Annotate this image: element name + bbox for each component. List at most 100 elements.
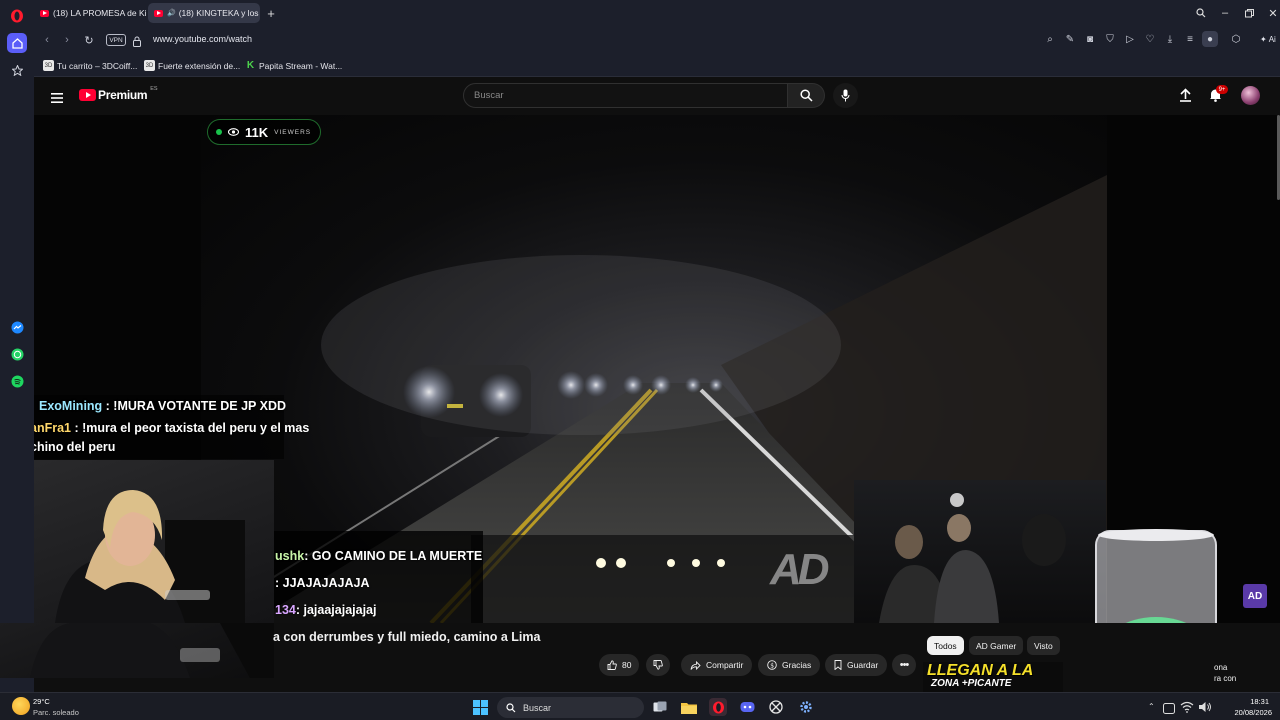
weather-temp[interactable]: 29°C [33, 697, 50, 706]
viewer-count-badge: 11K VIEWERS [207, 119, 321, 145]
chat-text: : GO CAMINO DE LA MUERTE [304, 549, 483, 563]
account-avatar[interactable] [1241, 86, 1260, 105]
hamburger-menu-icon[interactable] [51, 90, 63, 103]
bookmark-fuerte-extension[interactable]: 3D Fuerte extensión de... [144, 58, 240, 73]
url-field[interactable]: www.youtube.com/watch [153, 34, 252, 44]
tab-label: (18) KINGTEKA y los P [178, 8, 260, 18]
bookmarks-bar: 3D Tu carrito – 3DCoiff... 3D Fuerte ext… [34, 54, 1280, 77]
camera-icon[interactable]: ◙ [1083, 32, 1097, 46]
recommended-title-line: ra con [1214, 674, 1237, 683]
download-icon[interactable]: ⤓ [1163, 32, 1177, 46]
whatsapp-icon[interactable] [7, 344, 27, 364]
thumbs-down-icon [653, 660, 663, 670]
heart-icon[interactable]: ♡ [1143, 32, 1157, 46]
edit-icon[interactable]: ✎ [1063, 32, 1077, 46]
chat-message: anFra1 : !mura el peor taxista del peru … [34, 421, 309, 435]
send-icon[interactable]: ▷ [1123, 32, 1137, 46]
opera-logo-icon[interactable] [7, 6, 27, 26]
vpn-badge[interactable]: VPN [106, 34, 126, 46]
chip-visto[interactable]: Visto [1027, 636, 1060, 655]
bookmark-papita-stream[interactable]: K Papita Stream - Wat... [245, 58, 342, 73]
chip-ad-gamer[interactable]: AD Gamer [969, 636, 1024, 655]
settings-gear-icon[interactable] [797, 698, 815, 716]
thanks-label: Gracias [782, 660, 812, 670]
forward-icon[interactable]: › [58, 31, 76, 49]
ai-label: Ai [1268, 35, 1276, 44]
bookmark-label: Fuerte extensión de... [158, 60, 241, 71]
search-input[interactable]: Buscar [463, 83, 788, 108]
like-count: 80 [622, 660, 632, 670]
share-button[interactable]: Compartir [681, 654, 753, 676]
shield-icon[interactable]: ⛉ [1103, 32, 1117, 46]
file-explorer-icon[interactable] [680, 698, 698, 716]
ad-watermark-logo: AD [770, 545, 830, 594]
messenger-icon[interactable] [7, 317, 27, 337]
dislike-button[interactable] [646, 654, 670, 676]
video-player[interactable]: 11K VIEWERS ExoMining : !MURA VOTANTE DE… [34, 115, 1280, 623]
chat-username: 134 [275, 603, 296, 617]
address-bar-row: ‹ › ↻ VPN www.youtube.com/watch ⌕ ✎ ◙ ⛉ … [34, 26, 1280, 54]
chat-username: ExoMining [39, 399, 103, 413]
home-icon[interactable] [7, 33, 27, 53]
lock-icon[interactable] [133, 34, 143, 47]
search-button[interactable] [788, 83, 825, 108]
3dcoiff-favicon-icon: 3D [144, 60, 155, 71]
save-button[interactable]: Guardar [825, 654, 888, 676]
extensions-icon[interactable]: ⬡ [1229, 32, 1243, 46]
region-code: ES [150, 86, 158, 92]
channel-corner-logo: AD [1243, 584, 1267, 608]
chat-text: : jajaajajajajaj [295, 603, 377, 617]
wifi-icon[interactable] [1180, 700, 1194, 713]
thumbnail-title-line2: ZONA +PICANTE [931, 678, 1012, 689]
task-view-icon[interactable] [651, 698, 669, 716]
maximize-icon[interactable] [1240, 4, 1258, 22]
voice-search-button[interactable] [833, 83, 858, 108]
recommended-title-cut[interactable]: ona ra con [1214, 662, 1236, 684]
volume-icon[interactable] [1198, 700, 1212, 712]
close-window-icon[interactable]: ✕ [1264, 4, 1280, 22]
car-interior-cam [854, 480, 1106, 623]
3dcoiff-favicon-icon: 3D [43, 60, 54, 71]
windows-start-icon[interactable] [471, 698, 489, 716]
chat-message: ushk: GO CAMINO DE LA MUERTE [275, 549, 482, 563]
find-icon[interactable]: ⌕ [1043, 32, 1057, 46]
pinboard-icon[interactable] [7, 60, 27, 80]
chat-text: chino del peru [34, 440, 116, 454]
profile-icon[interactable]: ● [1202, 31, 1218, 47]
opera-taskbar-icon[interactable] [709, 698, 727, 716]
like-button[interactable]: 80 [599, 654, 640, 676]
menu-lines-icon[interactable]: ≡ [1183, 32, 1197, 46]
clock-time[interactable]: 18:31 [1250, 697, 1269, 706]
taskbar-search-box[interactable]: Buscar [497, 697, 644, 718]
reload-icon[interactable]: ↻ [80, 31, 98, 49]
clock-date[interactable]: 20/08/2026 [1234, 708, 1272, 717]
premium-label: Premium [98, 88, 148, 102]
weather-sun-icon[interactable] [12, 697, 30, 715]
facecam-continuation [0, 623, 274, 678]
bookmark-tu-carrito[interactable]: 3D Tu carrito – 3DCoiff... [43, 58, 137, 73]
chat-text: : !mura el peor taxista del peru y el ma… [71, 421, 310, 435]
new-tab-plus-icon[interactable]: + [262, 4, 280, 22]
youtube-favicon-icon [154, 9, 163, 17]
thanks-button[interactable]: $ Gracias [758, 654, 821, 676]
upload-icon[interactable] [1179, 88, 1192, 107]
back-icon[interactable]: ‹ [38, 31, 56, 49]
recommended-thumbnail[interactable]: LLEGAN A LA ZONA +PICANTE [923, 662, 1063, 692]
discord-icon[interactable] [738, 698, 756, 716]
minimize-icon[interactable]: – [1216, 4, 1234, 22]
chip-todos[interactable]: Todos [927, 636, 964, 655]
spotify-icon[interactable] [7, 371, 27, 391]
more-actions-button[interactable]: ••• [892, 654, 916, 676]
tab-la-promesa[interactable]: (18) LA PROMESA de King [34, 3, 146, 23]
tray-app-icon[interactable] [1163, 701, 1175, 714]
tray-chevron-icon[interactable]: ⌃ [1148, 702, 1155, 711]
search-tabs-icon[interactable] [1192, 4, 1210, 22]
xbox-app-icon[interactable] [767, 698, 785, 716]
speaker-icon: 🔊 [167, 10, 176, 17]
search-icon [799, 89, 813, 102]
aria-ai-button[interactable]: ✦ Ai [1256, 31, 1280, 48]
tab-kingteka[interactable]: 🔊 (18) KINGTEKA y los P [148, 3, 260, 23]
chat-text: : JJAJAJAJAJA [275, 576, 370, 590]
youtube-premium-logo[interactable]: Premium ES [79, 86, 158, 102]
notification-badge: 9+ [1216, 85, 1228, 94]
